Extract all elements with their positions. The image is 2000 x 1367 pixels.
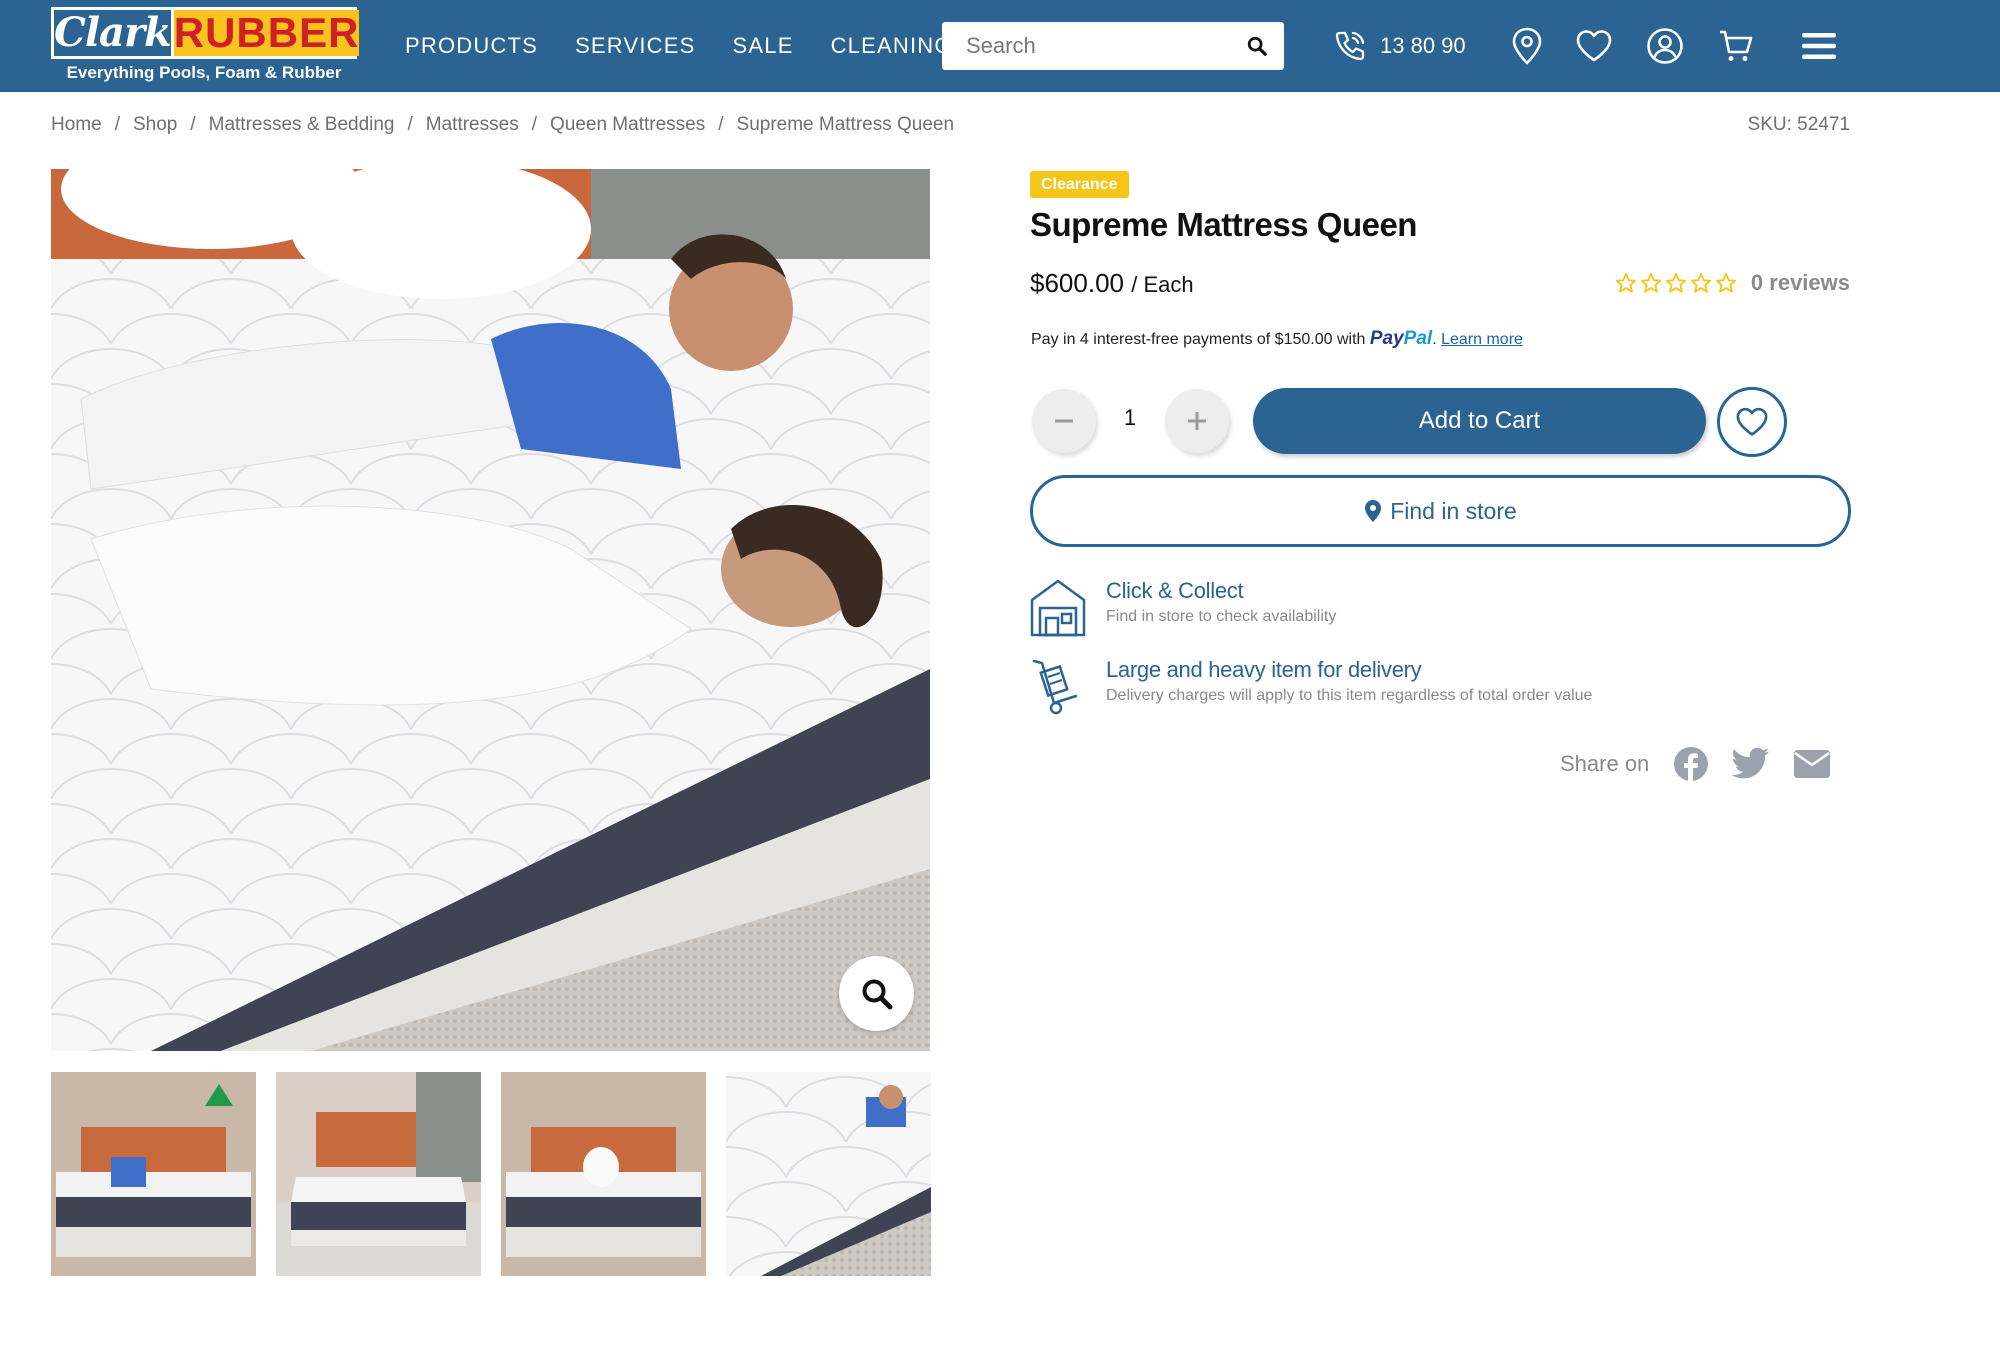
product-title: Supreme Mattress Queen: [1030, 206, 1417, 243]
click-collect-subtitle: Find in store to check availability: [1106, 608, 1337, 625]
thumbnail-2[interactable]: [276, 1072, 481, 1276]
price-unit: / Each: [1131, 272, 1194, 297]
search-input[interactable]: [942, 22, 1232, 70]
hand-truck-icon: [1032, 659, 1078, 715]
heart-icon: [1736, 407, 1768, 436]
heavy-delivery-subtitle: Delivery charges will apply to this item…: [1106, 687, 1593, 704]
breadcrumb-current: Supreme Mattress Queen: [736, 114, 955, 135]
breadcrumb: Home / Shop / Mattresses & Bedding / Mattre…: [51, 114, 954, 136]
main-nav: PRODUCTS SERVICES SALE CLEANING: [405, 0, 953, 92]
price-value: $600.00: [1030, 268, 1124, 298]
quantity-decrease-button[interactable]: [1032, 389, 1096, 453]
click-collect-feature: Click & Collect Find in store to check a…: [1030, 578, 1336, 638]
breadcrumb-separator: /: [190, 114, 196, 135]
thumbnail-3[interactable]: [501, 1072, 706, 1276]
breadcrumb-separator: /: [718, 114, 724, 135]
star-outline-icon: [1615, 272, 1637, 293]
nav-sale[interactable]: SALE: [733, 33, 794, 59]
add-to-wishlist-button[interactable]: [1717, 387, 1787, 457]
twitter-icon[interactable]: [1731, 747, 1771, 781]
quantity-increase-button[interactable]: [1165, 389, 1229, 453]
paypal-logo-pal: Pal: [1403, 328, 1433, 349]
store-icon: [1030, 579, 1086, 637]
heavy-delivery-feature: Large and heavy item for delivery Delive…: [1030, 657, 1592, 717]
product-rating[interactable]: 0 reviews: [1615, 270, 1850, 296]
store-locator-button[interactable]: [1507, 24, 1547, 68]
find-in-store-button[interactable]: Find in store: [1030, 475, 1851, 547]
breadcrumb-separator: /: [531, 114, 537, 135]
breadcrumb-queen-mattresses[interactable]: Queen Mattresses: [550, 114, 705, 136]
cart-icon: [1720, 30, 1753, 61]
breadcrumb-home[interactable]: Home: [51, 114, 102, 136]
share-label: Share on: [1560, 751, 1650, 776]
facebook-icon[interactable]: [1673, 746, 1709, 782]
nav-cleaning[interactable]: CLEANING: [831, 33, 953, 59]
clearance-badge: Clearance: [1030, 171, 1129, 198]
thumbnail-photo: [51, 1072, 256, 1276]
star-outline-icon: [1690, 272, 1712, 293]
logo-rubber: RUBBER: [170, 10, 360, 56]
phone-number: 13 80 90: [1380, 33, 1466, 58]
heavy-delivery-title: Large and heavy item for delivery: [1106, 657, 1422, 682]
click-collect-title: Click & Collect: [1106, 578, 1244, 603]
account-icon: [1647, 28, 1683, 64]
paypal-logo: PayPal: [1370, 328, 1432, 349]
thumbnail-photo: [276, 1072, 481, 1276]
paypal-message: Pay in 4 interest-free payments of $150.…: [1031, 328, 1523, 349]
paypal-text: Pay in 4 interest-free payments of $150.…: [1031, 331, 1366, 348]
star-outline-icon: [1665, 272, 1687, 293]
plus-icon: [1188, 412, 1206, 430]
thumbnail-1[interactable]: [51, 1072, 256, 1276]
breadcrumb-mattresses[interactable]: Mattresses: [426, 114, 519, 136]
product-sku: SKU: 52471: [1747, 114, 1850, 135]
thumbnail-photo: [501, 1072, 706, 1276]
search-box: [942, 22, 1284, 70]
heart-icon: [1576, 30, 1612, 62]
clark-rubber-logo[interactable]: Clark RUBBER Everything Pools, Foam & Ru…: [51, 7, 360, 87]
quantity-value[interactable]: 1: [1112, 405, 1148, 431]
menu-icon: [1802, 33, 1836, 59]
logo-tagline: Everything Pools, Foam & Rubber: [66, 63, 342, 82]
product-price: $600.00 / Each: [1030, 268, 1194, 299]
star-outline-icon: [1640, 272, 1662, 293]
thumbnail-photo: [726, 1072, 931, 1276]
email-icon[interactable]: [1793, 749, 1831, 779]
logo-clark: Clark: [54, 9, 172, 56]
location-pin-icon: [1512, 27, 1542, 65]
account-button[interactable]: [1645, 24, 1685, 68]
share-bar: Share on: [1560, 746, 1831, 782]
breadcrumb-mattresses-bedding[interactable]: Mattresses & Bedding: [209, 114, 395, 136]
breadcrumb-separator: /: [114, 114, 120, 135]
click-collect-text: Click & Collect Find in store to check a…: [1106, 578, 1336, 638]
phone-link[interactable]: 13 80 90: [1332, 22, 1466, 70]
rating-stars: [1615, 272, 1737, 294]
mattress-photo: [51, 169, 930, 1051]
menu-button[interactable]: [1799, 24, 1839, 68]
paypal-learn-more-link[interactable]: Learn more: [1441, 331, 1523, 348]
paypal-logo-pay: Pay: [1369, 328, 1404, 349]
thumbnail-4[interactable]: [726, 1072, 931, 1276]
find-in-store-label: Find in store: [1390, 497, 1517, 524]
logo-box: Clark RUBBER: [51, 7, 360, 59]
site-header: Clark RUBBER Everything Pools, Foam & Ru…: [0, 0, 2000, 92]
cart-button[interactable]: [1716, 24, 1756, 68]
minus-icon: [1055, 419, 1073, 423]
zoom-button[interactable]: [839, 956, 914, 1031]
location-pin-icon: [1365, 500, 1382, 522]
add-to-cart-button[interactable]: Add to Cart: [1253, 388, 1706, 454]
breadcrumb-separator: /: [407, 114, 413, 135]
nav-services[interactable]: SERVICES: [575, 33, 695, 59]
wishlist-button[interactable]: [1574, 24, 1614, 68]
magnifier-icon: [862, 979, 892, 1009]
reviews-count: 0 reviews: [1750, 270, 1850, 295]
breadcrumb-shop[interactable]: Shop: [133, 114, 177, 136]
main-product-image[interactable]: [51, 169, 930, 1051]
phone-icon: [1335, 31, 1365, 61]
star-outline-icon: [1715, 272, 1737, 293]
search-icon[interactable]: [1246, 35, 1268, 57]
heavy-delivery-text: Large and heavy item for delivery Delive…: [1106, 657, 1592, 717]
nav-products[interactable]: PRODUCTS: [405, 33, 538, 59]
